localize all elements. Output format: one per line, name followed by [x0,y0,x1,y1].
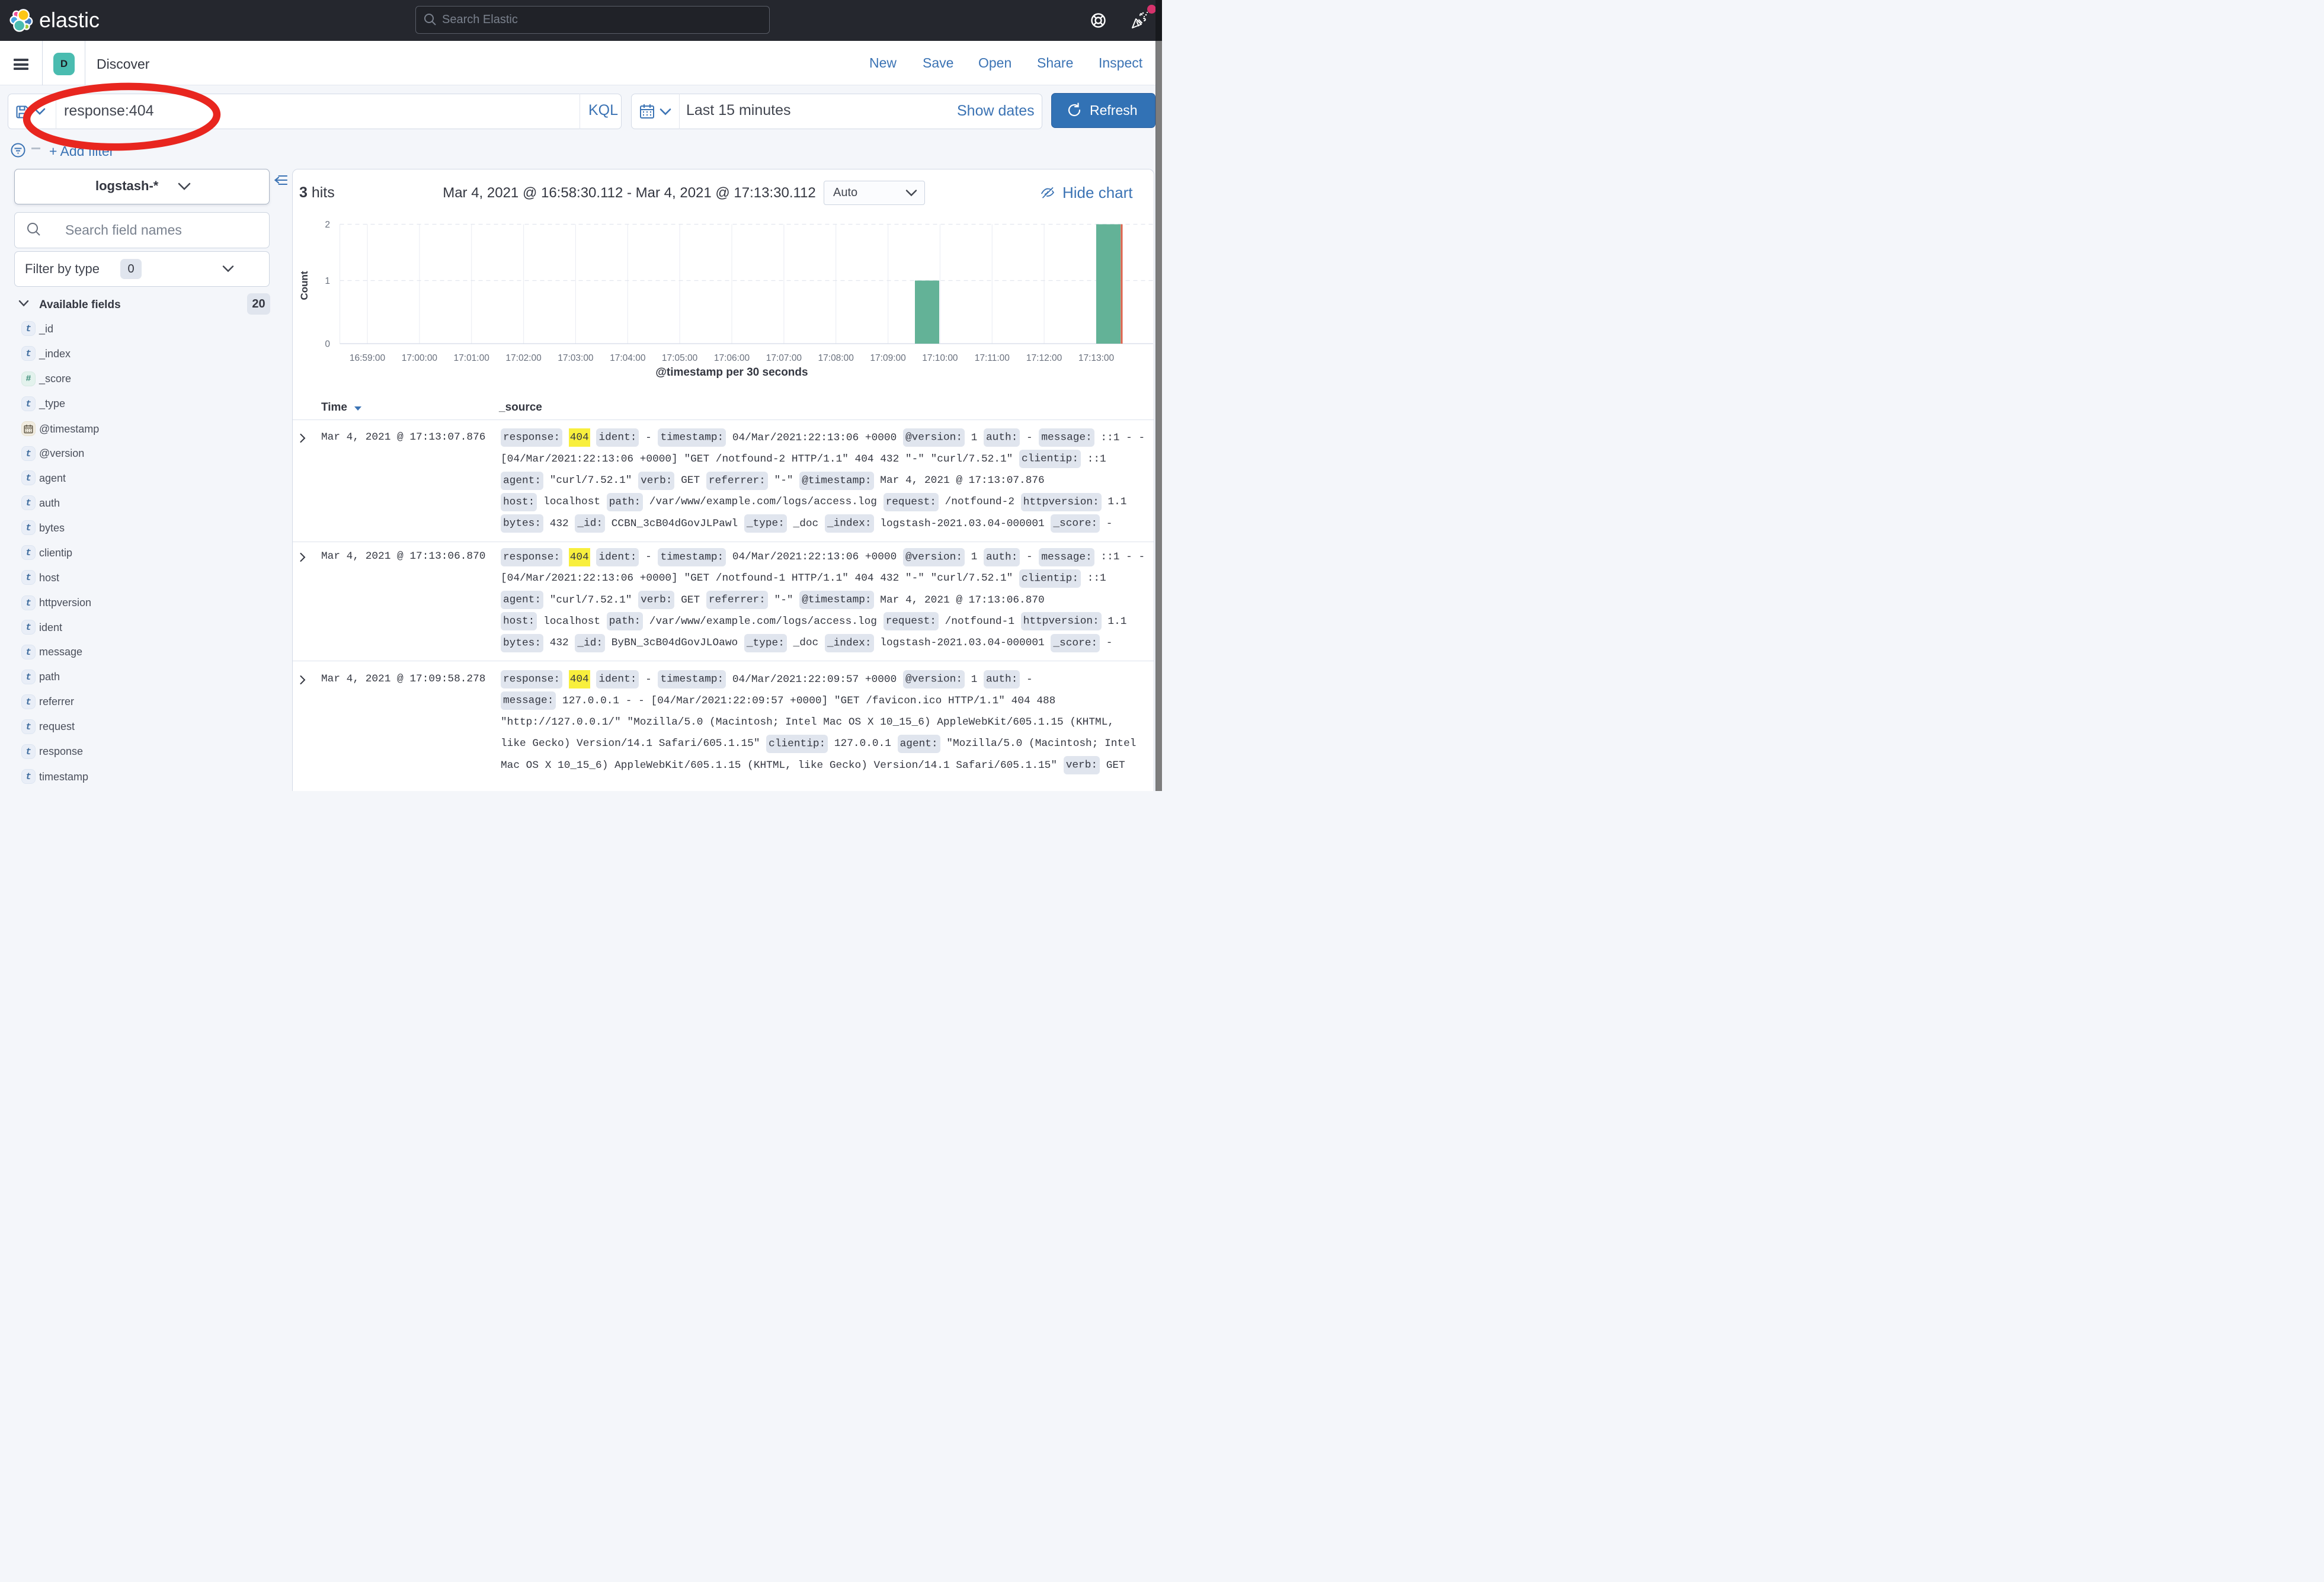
svg-text:2: 2 [325,220,330,230]
svg-text:17:04:00: 17:04:00 [610,353,646,363]
svg-text:17:01:00: 17:01:00 [454,353,490,363]
svg-text:17:12:00: 17:12:00 [1026,353,1062,363]
svg-text:17:13:00: 17:13:00 [1078,353,1115,363]
svg-text:17:11:00: 17:11:00 [975,353,1010,363]
svg-text:17:02:00: 17:02:00 [505,353,542,363]
svg-text:17:06:00: 17:06:00 [714,353,750,363]
svg-text:16:59:00: 16:59:00 [350,353,386,363]
svg-text:17:03:00: 17:03:00 [558,353,594,363]
svg-text:1: 1 [325,276,330,286]
svg-text:Count: Count [299,271,310,300]
svg-text:17:00:00: 17:00:00 [402,353,438,363]
svg-text:0: 0 [325,340,330,350]
svg-text:17:09:00: 17:09:00 [870,353,906,363]
svg-text:17:10:00: 17:10:00 [922,353,958,363]
svg-text:17:07:00: 17:07:00 [766,353,802,363]
svg-text:@timestamp per 30 seconds: @timestamp per 30 seconds [655,366,808,379]
svg-text:17:05:00: 17:05:00 [662,353,698,363]
svg-text:17:08:00: 17:08:00 [818,353,854,363]
